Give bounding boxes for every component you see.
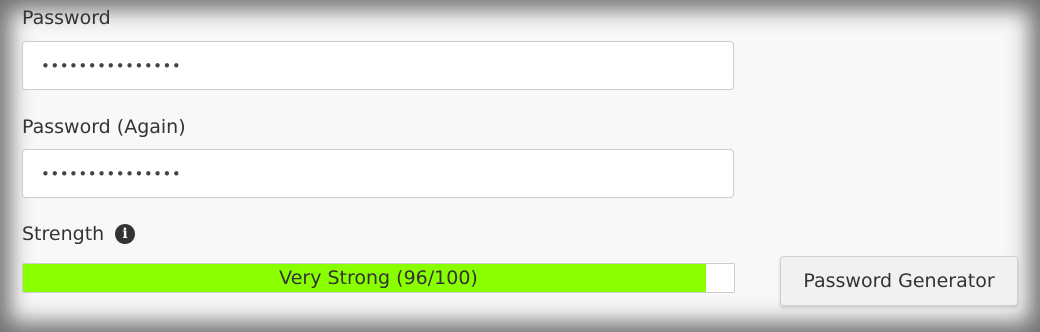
strength-label: Strength [22, 223, 105, 245]
password-generator-button[interactable]: Password Generator [780, 256, 1018, 306]
password-form-panel: Password ••••••••••••••• Password (Again… [0, 0, 1040, 332]
password-input[interactable]: ••••••••••••••• [22, 41, 734, 90]
password-label: Password [22, 7, 111, 29]
password-masked-value: ••••••••••••••• [41, 56, 182, 75]
password-again-label: Password (Again) [22, 116, 186, 138]
strength-meter-text: Very Strong (96/100) [279, 267, 478, 289]
password-again-input[interactable]: ••••••••••••••• [22, 149, 734, 198]
password-strength-meter: Very Strong (96/100) [22, 263, 735, 293]
password-again-masked-value: ••••••••••••••• [41, 164, 182, 183]
info-circle-icon[interactable]: i [115, 224, 135, 244]
